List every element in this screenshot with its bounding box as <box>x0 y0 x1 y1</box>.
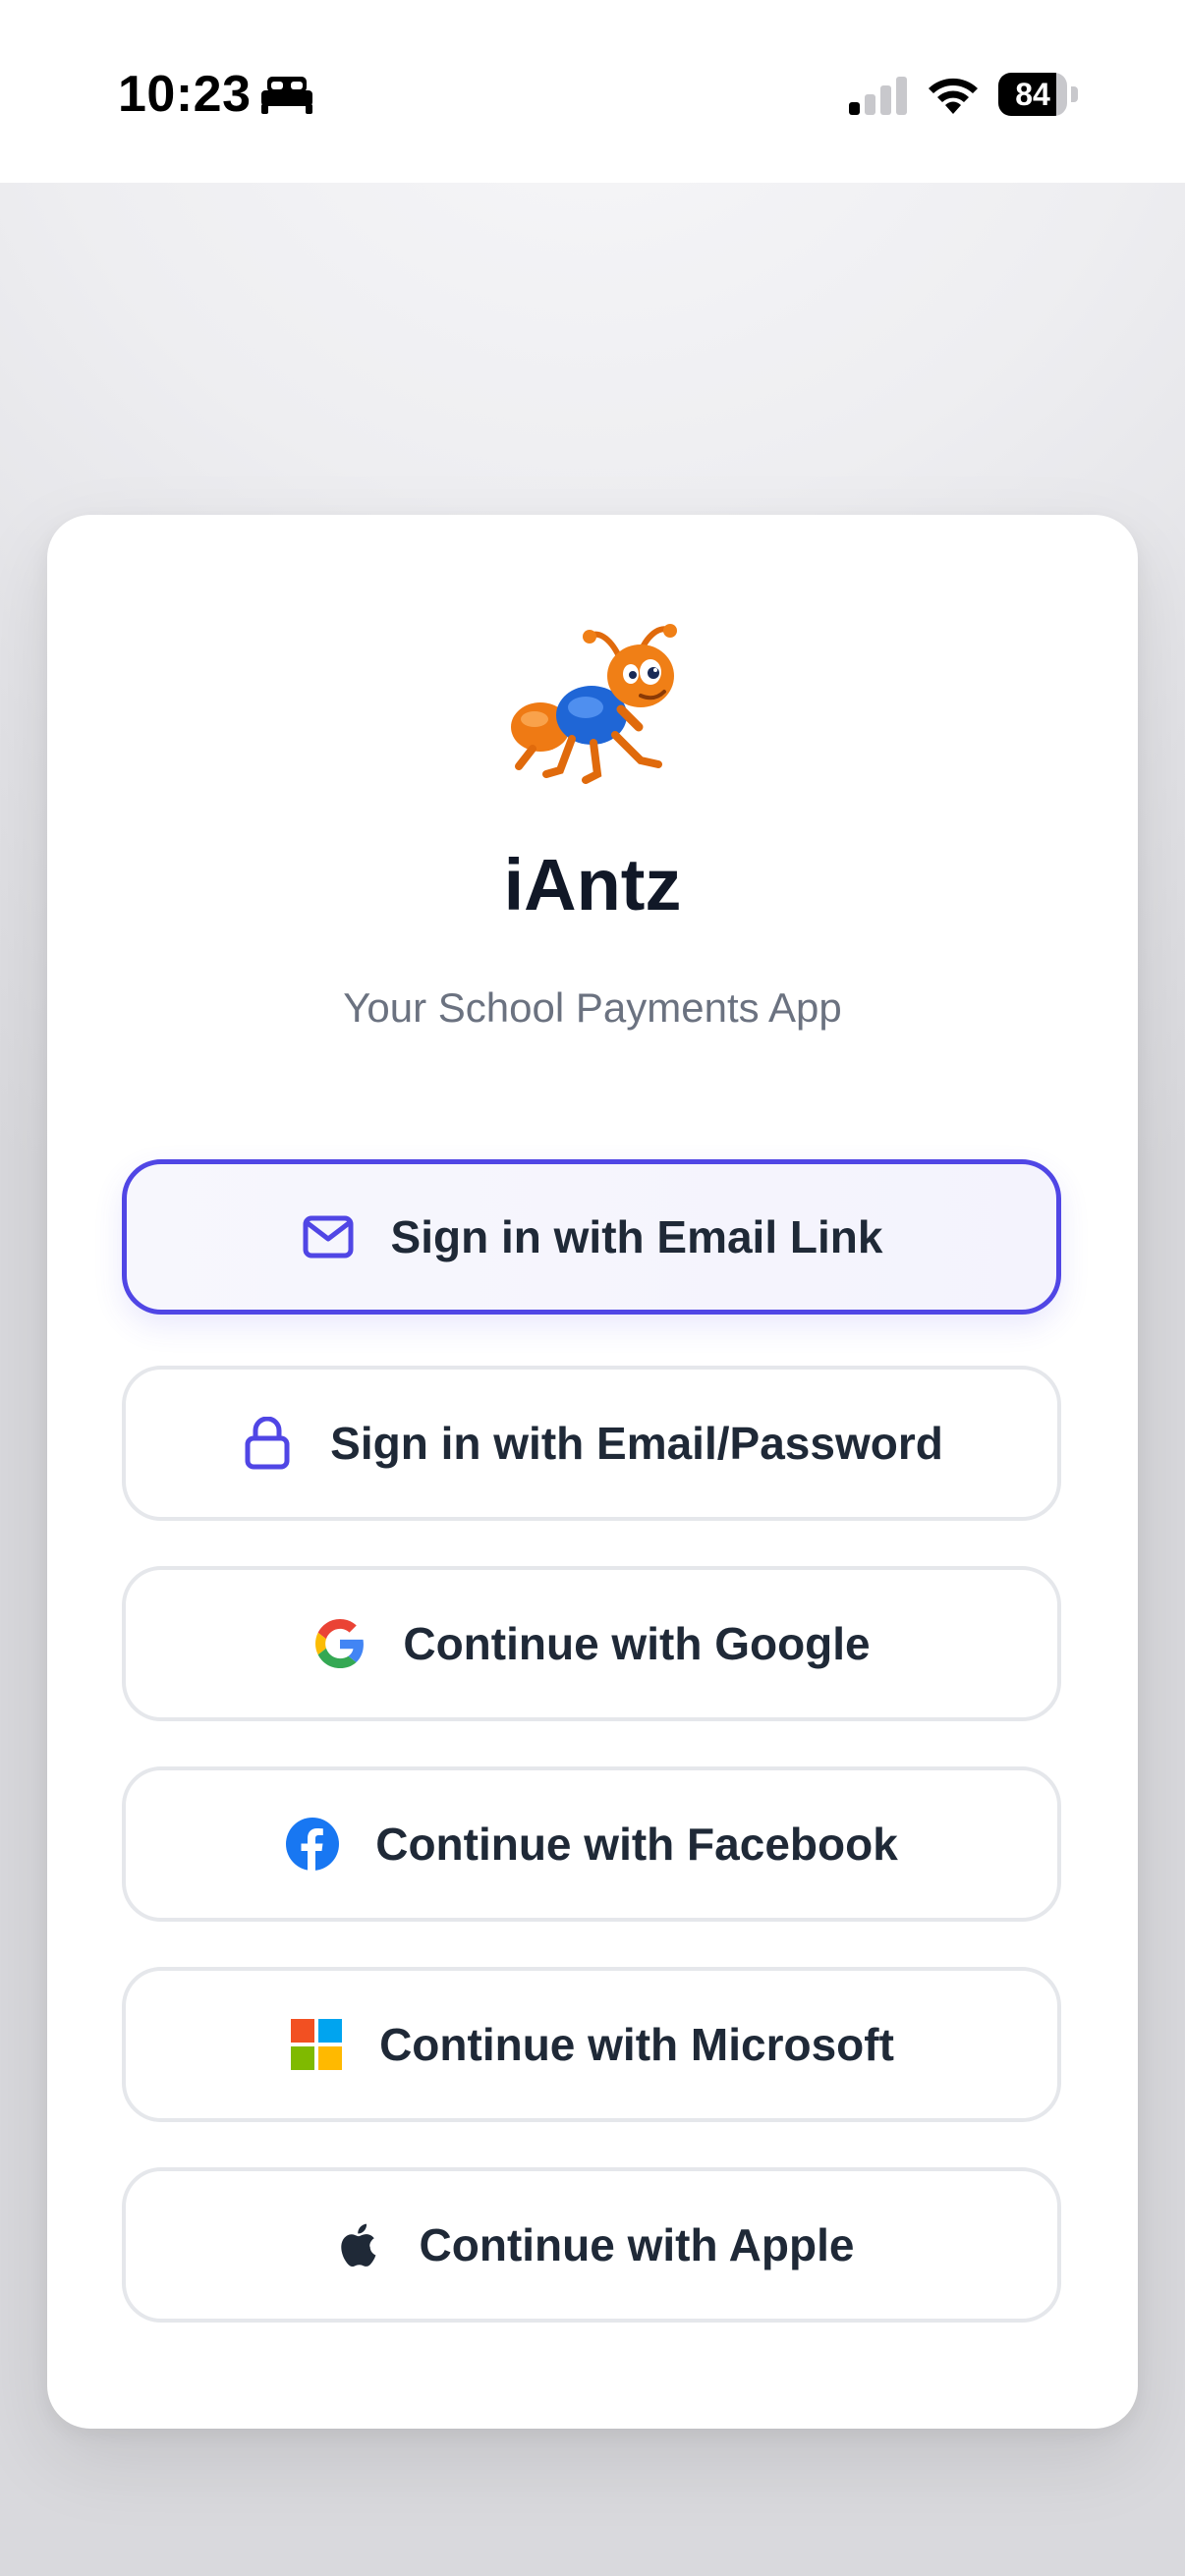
mail-icon <box>301 1209 356 1264</box>
status-bar: 10:23 84 <box>0 0 1185 183</box>
sign-in-email-password-label: Sign in with Email/Password <box>330 1418 943 1469</box>
continue-google-button[interactable]: Continue with Google <box>122 1566 1061 1721</box>
continue-facebook-button[interactable]: Continue with Facebook <box>122 1766 1061 1922</box>
battery-icon: 84 <box>998 73 1081 116</box>
continue-facebook-label: Continue with Facebook <box>375 1819 898 1870</box>
lock-icon <box>240 1416 295 1471</box>
cellular-signal-icon <box>849 77 907 115</box>
ant-mascot-logo <box>511 624 677 784</box>
sign-in-email-password-button[interactable]: Sign in with Email/Password <box>122 1366 1061 1521</box>
sign-in-card: iAntz Your School Payments App Sign in w… <box>47 515 1138 2429</box>
continue-apple-button[interactable]: Continue with Apple <box>122 2167 1061 2323</box>
google-icon <box>312 1616 367 1671</box>
microsoft-icon <box>289 2017 344 2072</box>
facebook-icon <box>285 1817 340 1872</box>
continue-google-label: Continue with Google <box>403 1618 871 1669</box>
wifi-icon <box>929 78 978 114</box>
continue-microsoft-button[interactable]: Continue with Microsoft <box>122 1967 1061 2122</box>
battery-level: 84 <box>1015 77 1050 112</box>
sign-in-email-link-label: Sign in with Email Link <box>390 1211 883 1262</box>
app-subtitle: Your School Payments App <box>343 984 842 1031</box>
sleep-focus-icon <box>261 77 312 114</box>
sign-in-email-link-button[interactable]: Sign in with Email Link <box>122 1159 1061 1315</box>
app-title: iAntz <box>503 844 682 925</box>
continue-apple-label: Continue with Apple <box>419 2219 855 2270</box>
apple-icon <box>329 2217 384 2272</box>
status-time: 10:23 <box>118 66 252 123</box>
continue-microsoft-label: Continue with Microsoft <box>379 2019 894 2070</box>
